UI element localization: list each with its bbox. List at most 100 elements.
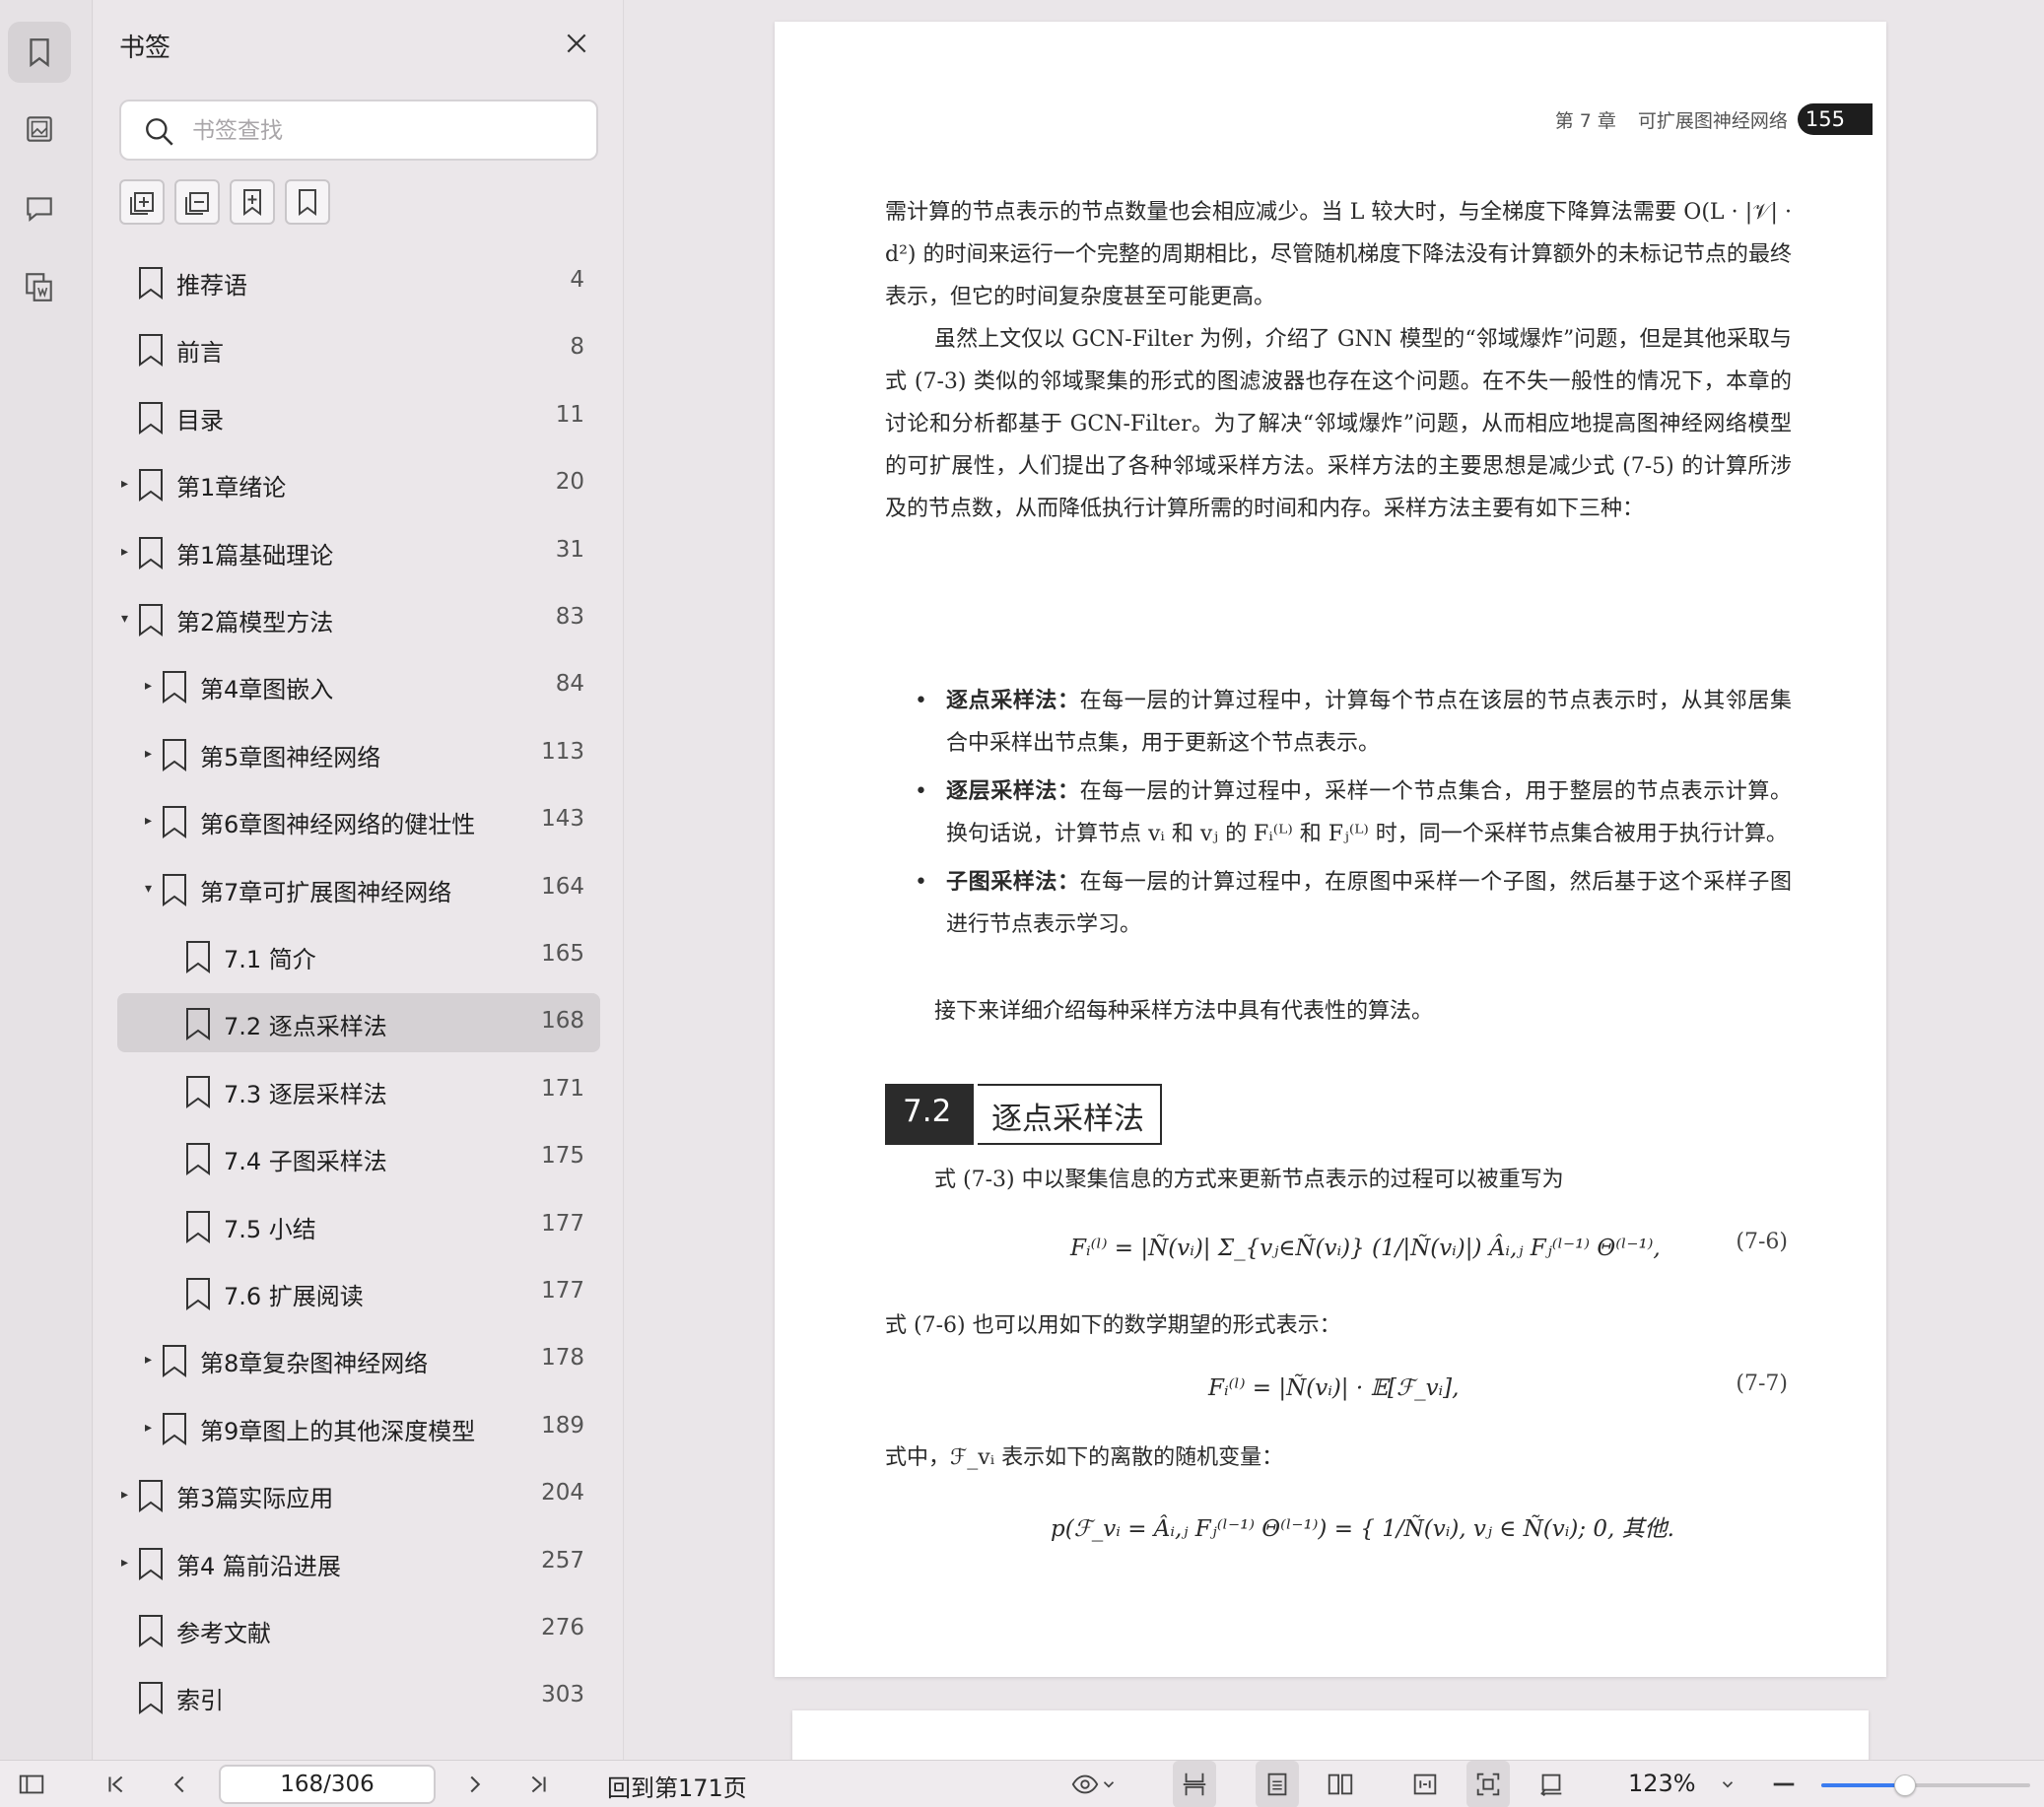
expand-arrow-icon[interactable]: ▸ xyxy=(145,1420,152,1436)
bookmarks-tab-button[interactable] xyxy=(8,22,71,83)
expand-arrow-icon[interactable]: ▸ xyxy=(121,1487,128,1503)
bookmark-item[interactable]: 7.5 小结 177 xyxy=(117,1196,600,1255)
bookmark-page-number: 178 xyxy=(541,1345,584,1372)
bookmark-item[interactable]: 7.3 逐层采样法 171 xyxy=(117,1061,600,1120)
add-bookmark-button[interactable] xyxy=(230,179,275,225)
bookmark-item[interactable]: ▸ 第9章图上的其他深度模型 189 xyxy=(117,1398,600,1457)
bookmark-label: 第8章复杂图神经网络 xyxy=(200,1350,429,1378)
bookmark-icon xyxy=(163,806,186,839)
rotate-button[interactable] xyxy=(1530,1761,1573,1807)
zoom-level[interactable]: 123% xyxy=(1628,1770,1696,1797)
add-bookmark-icon xyxy=(243,189,261,216)
first-page-button[interactable] xyxy=(97,1761,136,1807)
section-number: 7.2 xyxy=(885,1084,974,1145)
search-icon xyxy=(146,118,173,146)
fit-page-icon xyxy=(1476,1773,1500,1796)
bookmark-page-number: 143 xyxy=(541,806,584,833)
bottom-toolbar: 168/306 回到第171页 123% xyxy=(0,1760,2044,1807)
bookmark-item[interactable]: 7.1 简介 165 xyxy=(117,926,600,985)
panel-title: 书签 xyxy=(119,33,171,63)
go-back-link[interactable]: 回到第171页 xyxy=(607,1769,747,1803)
zoom-slider-handle[interactable] xyxy=(1893,1774,1916,1796)
bookmark-item[interactable]: ▸ 第3篇实际应用 204 xyxy=(117,1465,600,1524)
eye-icon xyxy=(1071,1774,1099,1794)
comments-tab-button[interactable] xyxy=(8,177,71,238)
bookmark-label: 推荐语 xyxy=(176,272,247,300)
fit-width-button[interactable] xyxy=(1403,1761,1447,1807)
document-viewport[interactable]: 第 7 章 可扩展图神经网络 155 需计算的节点表示的节点数量也会相应减少。当… xyxy=(625,0,2044,1770)
chevron-down-icon xyxy=(1103,1781,1115,1788)
bookmark-label: 第4 篇前沿进展 xyxy=(176,1552,341,1580)
continuous-scroll-icon xyxy=(1183,1773,1206,1796)
bookmark-item[interactable]: ▸ 第6章图神经网络的健壮性 143 xyxy=(117,791,600,850)
bookmark-item[interactable]: 7.4 子图采样法 175 xyxy=(117,1128,600,1187)
bookmark-page-number: 83 xyxy=(555,604,584,630)
close-panel-button[interactable] xyxy=(559,26,594,61)
bookmark-item[interactable]: 索引 303 xyxy=(117,1667,600,1726)
bookmark-icon xyxy=(139,334,163,368)
bookmark-item[interactable]: ▸ 第1章绪论 20 xyxy=(117,454,600,513)
bullet-heading: 子图采样法： xyxy=(946,869,1080,895)
bookmark-item[interactable]: ▾ 第7章可扩展图神经网络 164 xyxy=(117,859,600,918)
expand-arrow-icon[interactable]: ▸ xyxy=(145,746,152,762)
bookmark-label: 第2篇模型方法 xyxy=(176,609,334,636)
bookmark-item[interactable]: ▸ 第8章复杂图神经网络 178 xyxy=(117,1330,600,1389)
single-page-button[interactable] xyxy=(1256,1761,1299,1807)
bookmark-item[interactable]: 前言 8 xyxy=(117,319,600,378)
collapse-arrow-icon[interactable]: ▾ xyxy=(145,881,152,897)
bookmark-icon xyxy=(163,873,186,906)
bookmark-search-input[interactable] xyxy=(192,111,586,151)
bookmark-item[interactable]: 推荐语 4 xyxy=(117,252,600,311)
image-icon xyxy=(27,116,52,142)
bookmark-page-number: 204 xyxy=(541,1480,584,1506)
fit-page-button[interactable] xyxy=(1466,1761,1510,1807)
expand-arrow-icon[interactable]: ▸ xyxy=(121,476,128,492)
toggle-sidebar-button[interactable] xyxy=(12,1761,51,1807)
bookmark-item[interactable]: ▸ 第4 篇前沿进展 257 xyxy=(117,1533,600,1592)
bookmark-page-number: 8 xyxy=(570,334,584,361)
two-page-button[interactable] xyxy=(1319,1761,1362,1807)
bookmark-item[interactable]: 参考文献 276 xyxy=(117,1600,600,1659)
bookmark-item[interactable]: 目录 11 xyxy=(117,387,600,446)
bookmark-label: 索引 xyxy=(176,1687,224,1715)
bookmark-page-number: 177 xyxy=(541,1278,584,1304)
collapse-arrow-icon[interactable]: ▾ xyxy=(121,611,128,627)
continuous-scroll-button[interactable] xyxy=(1173,1761,1216,1807)
attachments-tab-button[interactable] xyxy=(8,256,71,317)
thumbnails-tab-button[interactable] xyxy=(8,99,71,160)
bookmark-item[interactable]: 7.6 扩展阅读 177 xyxy=(117,1263,600,1322)
bookmark-label: 7.5 小结 xyxy=(224,1215,316,1243)
collapse-all-button[interactable] xyxy=(174,179,220,225)
expand-arrow-icon[interactable]: ▸ xyxy=(145,1352,152,1368)
last-page-button[interactable] xyxy=(518,1761,558,1807)
expand-arrow-icon[interactable]: ▸ xyxy=(145,678,152,694)
bookmark-icon xyxy=(139,604,163,636)
bookmark-item[interactable]: ▸ 第5章图神经网络 113 xyxy=(117,724,600,783)
bookmark-page-number: 31 xyxy=(555,536,584,563)
expand-all-button[interactable] xyxy=(119,179,165,225)
expand-arrow-icon[interactable]: ▸ xyxy=(121,544,128,560)
bookmark-label: 第5章图神经网络 xyxy=(200,743,381,771)
bookmark-toolbar xyxy=(119,179,330,225)
running-head: 第 7 章 可扩展图神经网络 155 xyxy=(1555,100,1873,138)
bookmark-item[interactable]: ▸ 第1篇基础理论 31 xyxy=(117,522,600,581)
expand-arrow-icon[interactable]: ▸ xyxy=(121,1555,128,1571)
view-mode-dropdown[interactable] xyxy=(1062,1761,1125,1807)
expand-arrow-icon[interactable]: ▸ xyxy=(145,813,152,829)
bookmark-item[interactable]: 7.2 逐点采样法 168 xyxy=(117,993,600,1053)
bookmark-item[interactable]: ▸ 第4章图嵌入 84 xyxy=(117,656,600,715)
zoom-out-button[interactable] xyxy=(1764,1761,1804,1807)
bookmark-label: 第6章图神经网络的健壮性 xyxy=(200,811,476,839)
next-page-button[interactable] xyxy=(455,1761,495,1807)
bookmark-search xyxy=(119,100,598,161)
bullet-item: 逐层采样法：在每一层的计算过程中，采样一个节点集合，用于整层的节点表示计算。换句… xyxy=(885,770,1792,855)
bookmark-options-button[interactable] xyxy=(285,179,330,225)
minus-icon xyxy=(1773,1782,1795,1786)
zoom-slider[interactable] xyxy=(1821,1774,2030,1796)
bookmark-item[interactable]: ▾ 第2篇模型方法 83 xyxy=(117,589,600,648)
zoom-dropdown[interactable] xyxy=(1713,1761,1742,1807)
bookmark-label: 7.6 扩展阅读 xyxy=(224,1283,364,1310)
previous-page-button[interactable] xyxy=(160,1761,199,1807)
page-number-input[interactable]: 168/306 xyxy=(219,1765,436,1804)
bookmark-icon xyxy=(163,738,186,771)
